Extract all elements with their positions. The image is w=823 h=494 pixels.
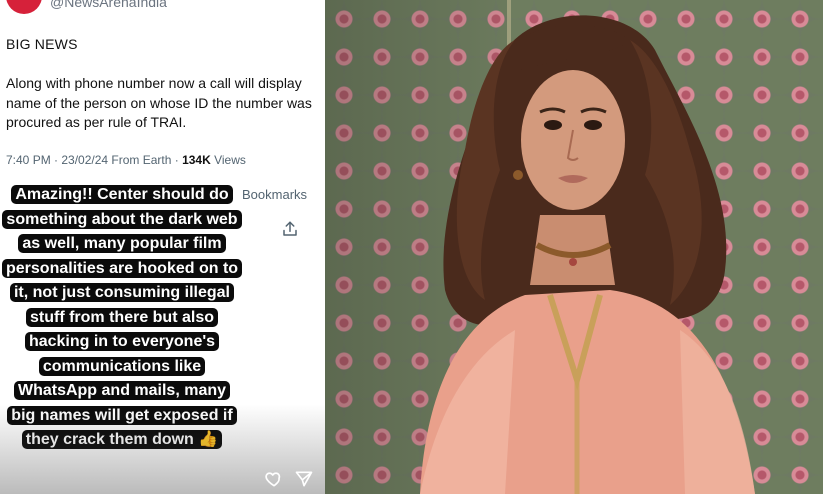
- post-meta: 7:40 PM · 23/02/24 From Earth · 134K Vie…: [6, 153, 246, 167]
- post-timestamp: 7:40 PM · 23/02/24 From Earth ·: [6, 153, 183, 167]
- portrait-photo: [325, 0, 823, 494]
- post-body: Along with phone number now a call will …: [6, 75, 312, 130]
- send-icon[interactable]: [294, 469, 314, 489]
- views-count: 134K: [182, 153, 211, 167]
- post-screenshot: @NewsArenaIndia BIG NEWS Along with phon…: [0, 0, 325, 494]
- views-label: Views: [210, 153, 246, 167]
- story-actions: [264, 469, 314, 489]
- bookmarks-link[interactable]: Bookmarks: [242, 187, 307, 202]
- post-heading: BIG NEWS: [6, 36, 78, 52]
- share-icon[interactable]: [281, 220, 299, 238]
- portrait-figure: [420, 15, 755, 494]
- heart-icon[interactable]: [264, 469, 284, 489]
- avatar[interactable]: [6, 0, 42, 14]
- account-handle[interactable]: @NewsArenaIndia: [50, 0, 167, 10]
- story-caption-text: Amazing!! Center should do something abo…: [2, 185, 243, 449]
- story-caption: Amazing!! Center should do something abo…: [2, 183, 243, 453]
